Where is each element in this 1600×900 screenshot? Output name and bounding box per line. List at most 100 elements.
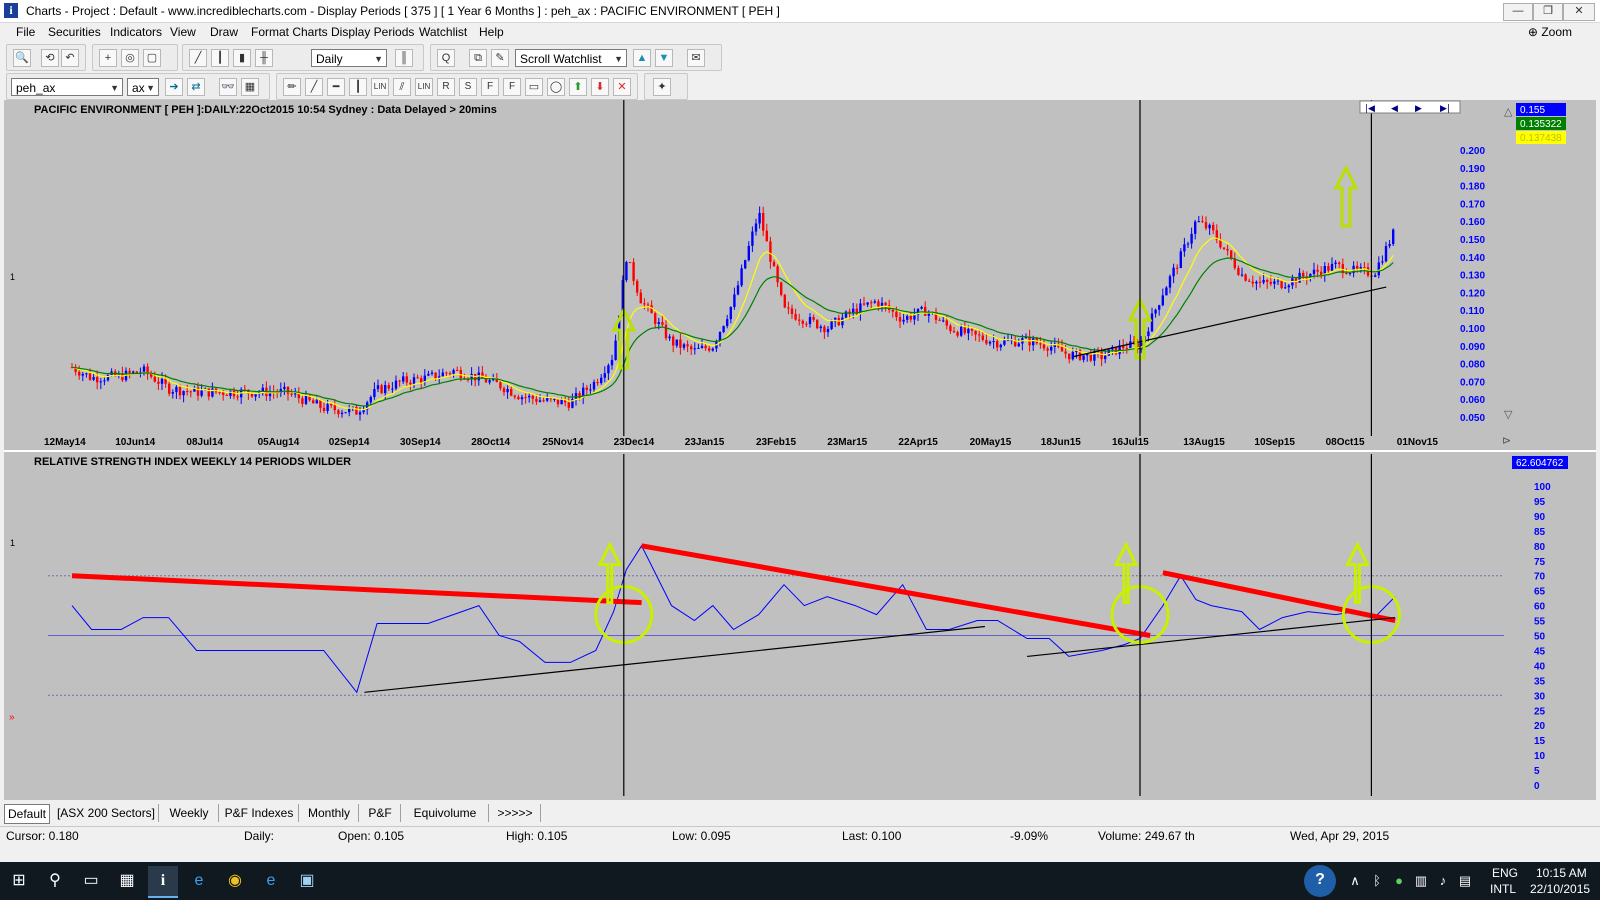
horizontal-line-icon[interactable]: ━ (327, 78, 345, 96)
scale-down-icon[interactable]: ▽ (1504, 408, 1513, 421)
language-code[interactable]: ENG (1492, 866, 1518, 880)
nav-last-button[interactable]: ▶| (1440, 104, 1450, 114)
scroll-up-icon[interactable]: ▲ (633, 49, 651, 67)
tab-default[interactable]: Default (4, 804, 50, 824)
chrome-icon[interactable]: ◉ (220, 866, 250, 896)
scale-icon[interactable]: ║ (395, 49, 413, 67)
notifications-icon[interactable]: ▤ (1450, 866, 1480, 896)
pencil-icon[interactable]: ✏ (283, 78, 301, 96)
nav-first-button[interactable]: |◀ (1365, 104, 1375, 114)
candle-body (502, 388, 506, 393)
up-arrow-tool-icon[interactable]: ⬆ (569, 78, 587, 96)
search-icon[interactable]: 🔍 (13, 49, 31, 67)
tab-asx200-sectors[interactable]: [ASX 200 Sectors] (54, 804, 159, 822)
delete-drawing-icon[interactable]: ✕ (613, 78, 631, 96)
candle-body (294, 393, 297, 395)
keyboard-layout[interactable]: INTL (1490, 882, 1516, 896)
nav-prev-button[interactable]: ◀ (1391, 104, 1398, 114)
chart-area[interactable]: 0.200 0.190 0.180 0.170 0.160 0.150 0.140 0.130… (4, 100, 1596, 800)
task-view-icon[interactable]: ▭ (76, 866, 106, 896)
circle-tool-icon[interactable]: ◯ (547, 78, 565, 96)
remote-desktop-icon[interactable]: ▣ (292, 866, 322, 896)
menu-view[interactable]: View (170, 25, 196, 39)
security-input[interactable]: peh_ax ▼ (11, 78, 123, 96)
parallel-lines-icon[interactable]: ⫽ (393, 78, 411, 96)
restore-button[interactable]: ❐ (1533, 3, 1563, 21)
magic-icon[interactable]: ✦ (653, 78, 671, 96)
candle-body (1064, 351, 1067, 354)
period-select[interactable]: Daily ▼ (311, 49, 387, 67)
binoculars-icon[interactable]: 👓 (219, 78, 237, 96)
resistance-icon[interactable]: R (437, 78, 455, 96)
add-chart-icon[interactable]: + (99, 49, 117, 67)
copy-icon[interactable]: ⧉ (469, 49, 487, 67)
watchlist-select-value: Scroll Watchlist (520, 52, 602, 66)
internet-explorer-icon[interactable]: e (184, 866, 214, 896)
edit-watchlist-icon[interactable]: ✎ (491, 49, 509, 67)
menu-securities[interactable]: Securities (48, 25, 101, 39)
tab-equivolume[interactable]: Equivolume (402, 804, 489, 822)
vertical-line-icon[interactable]: ┃ (349, 78, 367, 96)
candle-chart-icon[interactable]: ▮ (233, 49, 251, 67)
exchange-select[interactable]: ax ▼ (127, 78, 159, 96)
status-date: Wed, Apr 29, 2015 (1290, 829, 1390, 843)
layout-icon[interactable]: ▢ (143, 49, 161, 67)
menu-draw[interactable]: Draw (210, 25, 238, 39)
bar-chart-icon[interactable]: ┃ (211, 49, 229, 67)
trendline-icon[interactable]: ╱ (305, 78, 323, 96)
chart-canvas[interactable]: 0.200 0.190 0.180 0.170 0.160 0.150 0.140 0.130… (4, 100, 1596, 800)
candle-body (614, 340, 617, 360)
candle-body (830, 321, 833, 330)
down-arrow-tool-icon[interactable]: ⬇ (591, 78, 609, 96)
nav-next-button[interactable]: ▶ (1415, 104, 1422, 114)
tab-pf-indexes[interactable]: P&F Indexes (220, 804, 299, 822)
undo-icon[interactable]: ↶ (61, 49, 79, 67)
x-tick-label: 23Mar15 (827, 437, 867, 448)
scale-up-icon[interactable]: △ (1504, 105, 1513, 118)
minimize-button[interactable]: — (1503, 3, 1533, 21)
tab-weekly[interactable]: Weekly (160, 804, 219, 822)
candle-body (1201, 221, 1204, 223)
menu-help[interactable]: Help (479, 25, 504, 39)
menu-display-periods[interactable]: Display Periods (331, 25, 414, 39)
query-icon[interactable]: Q (437, 49, 455, 67)
swap-icon[interactable]: ⇄ (187, 78, 205, 96)
close-button[interactable]: ✕ (1563, 3, 1595, 21)
support-icon[interactable]: S (459, 78, 477, 96)
windows-start-icon[interactable]: ⊞ (4, 866, 34, 896)
go-icon[interactable]: ➔ (165, 78, 183, 96)
toolbar-group-security: peh_ax ▼ ax ▼ ➔ ⇄ 👓 ▦ (6, 73, 270, 100)
help-icon[interactable]: ? (1304, 865, 1336, 897)
candle-body (1348, 272, 1352, 274)
search-icon[interactable]: ⚲ (40, 866, 70, 896)
candle-body (99, 381, 102, 383)
scroll-down-icon[interactable]: ▼ (655, 49, 673, 67)
tab-more[interactable]: >>>>> (490, 804, 541, 822)
menu-watchlist[interactable]: Watchlist (419, 25, 467, 39)
magnifier-icon[interactable]: ◎ (121, 49, 139, 67)
zoom-button[interactable]: ⊕ Zoom (1528, 25, 1572, 39)
fibonacci-icon[interactable]: F (481, 78, 499, 96)
clock-date[interactable]: 22/10/2015 (1530, 882, 1590, 896)
linear-regression-icon[interactable]: LIN (371, 78, 389, 96)
linear-channel-icon[interactable]: LIN (415, 78, 433, 96)
incredible-charts-icon[interactable]: i (148, 866, 178, 898)
line-chart-icon[interactable]: ╱ (189, 49, 207, 67)
fibonacci-fan-icon[interactable]: F (503, 78, 521, 96)
menu-format-charts[interactable]: Format Charts (251, 25, 328, 39)
tab-monthly[interactable]: Monthly (300, 804, 359, 822)
mail-icon[interactable]: ✉ (687, 49, 705, 67)
text-box-icon[interactable]: ▭ (525, 78, 543, 96)
scroll-right-icon[interactable]: ⊳ (1502, 434, 1511, 447)
refresh-icon[interactable]: ⟲ (41, 49, 59, 67)
watchlist-select[interactable]: Scroll Watchlist ▼ (515, 49, 627, 67)
ohlc-chart-icon[interactable]: ╫ (255, 49, 273, 67)
edge-icon[interactable]: e (256, 866, 286, 896)
clock-time[interactable]: 10:15 AM (1536, 866, 1587, 880)
menu-indicators[interactable]: Indicators (110, 25, 162, 39)
menu-file[interactable]: File (16, 25, 35, 39)
tab-pf[interactable]: P&F (360, 804, 401, 822)
toolbar-group-search: 🔍 ⟲ ↶ (6, 44, 86, 71)
find-icon[interactable]: ▦ (241, 78, 259, 96)
calculator-icon[interactable]: ▦ (112, 866, 142, 896)
